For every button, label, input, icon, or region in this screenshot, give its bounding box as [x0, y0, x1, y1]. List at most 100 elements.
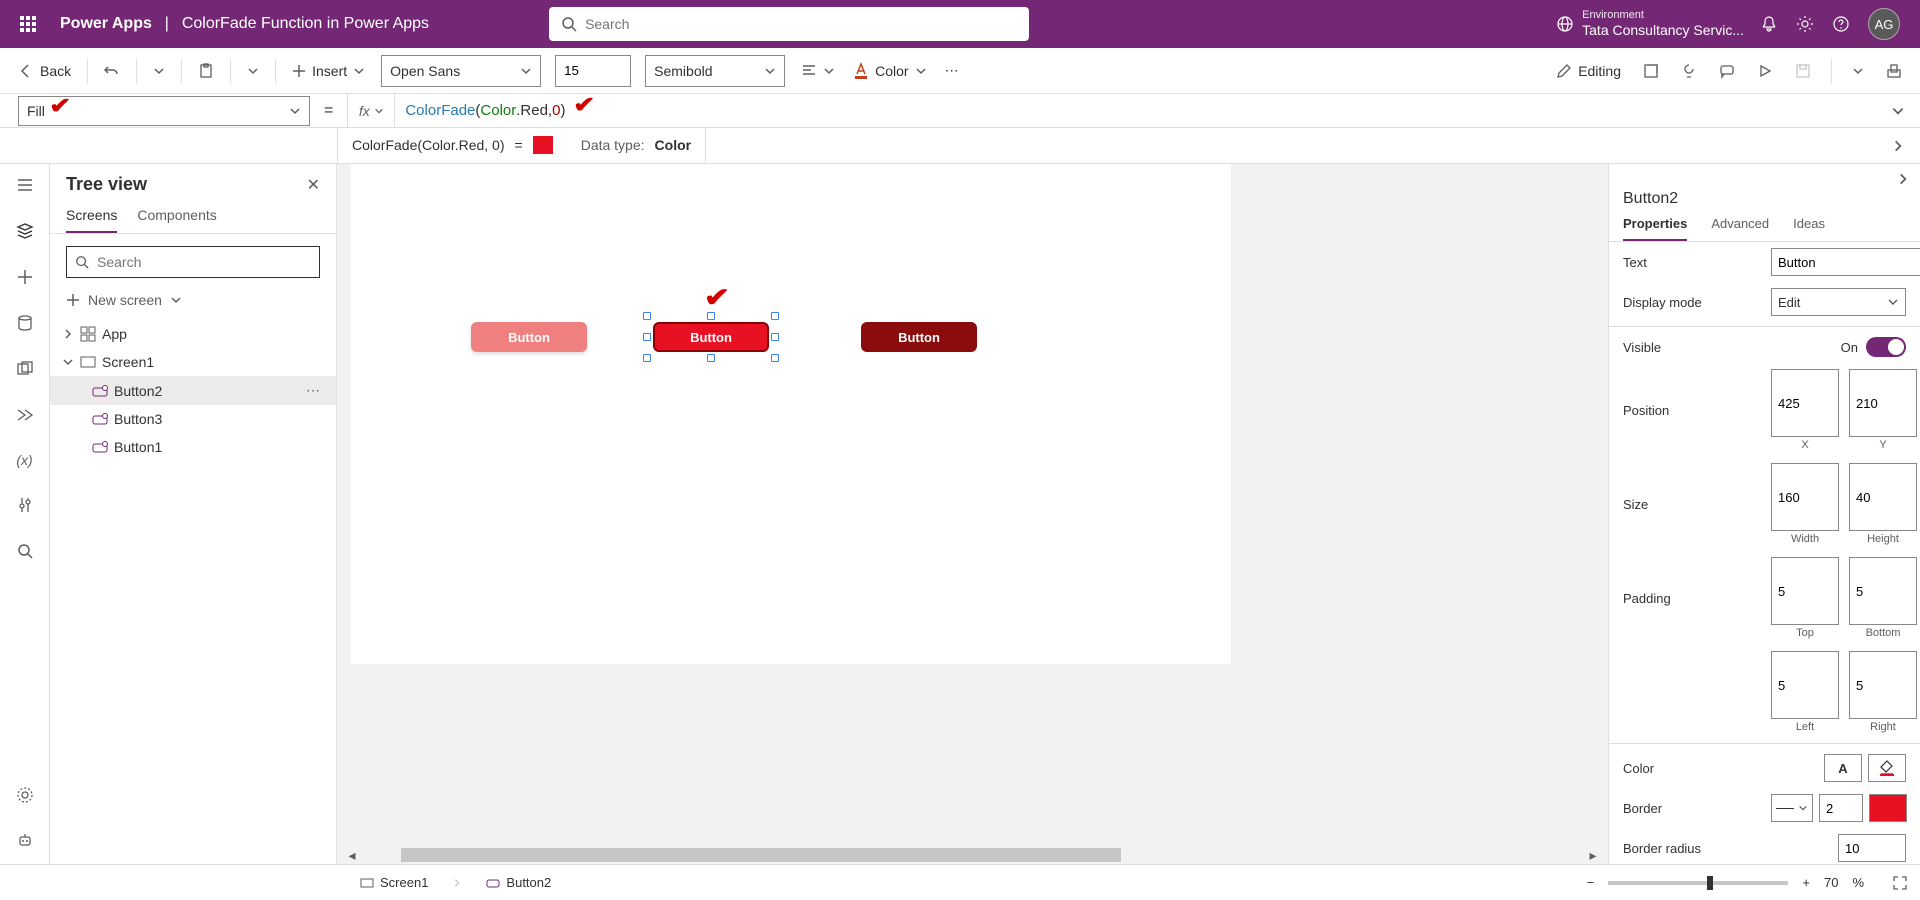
padding-bottom-input[interactable] [1849, 557, 1917, 625]
align-button[interactable] [799, 59, 837, 83]
chevron-down-icon [1798, 803, 1808, 813]
border-radius-input[interactable] [1838, 834, 1906, 862]
tab-properties[interactable]: Properties [1623, 216, 1687, 241]
fit-screen-icon[interactable] [1892, 875, 1908, 891]
variables-icon[interactable]: (x) [12, 448, 36, 472]
canvas-button1[interactable]: Button [471, 322, 587, 352]
close-panel-icon[interactable]: ✕ [307, 175, 320, 195]
vertical-scrollbar[interactable] [1592, 172, 1606, 844]
scroll-right-icon[interactable]: ▸ [1586, 847, 1600, 864]
tools-icon[interactable] [12, 492, 38, 518]
preview-icon[interactable] [1755, 59, 1775, 83]
data-icon[interactable] [12, 310, 38, 336]
visible-toggle[interactable] [1866, 337, 1906, 357]
zoom-slider[interactable] [1608, 881, 1788, 885]
font-family-dropdown[interactable]: Open Sans [381, 55, 541, 87]
help-icon[interactable] [1832, 15, 1850, 33]
tab-ideas[interactable]: Ideas [1793, 216, 1825, 241]
comments-icon[interactable] [1717, 59, 1737, 83]
share-icon[interactable] [1641, 59, 1661, 83]
canvas-button3[interactable]: Button [861, 322, 977, 352]
app-launcher-icon[interactable] [8, 4, 48, 44]
zoom-out-button[interactable]: − [1587, 875, 1595, 890]
canvas-area[interactable]: ✔ Button Button Button ◂ ▸ [337, 164, 1608, 864]
editing-mode-button[interactable]: Editing [1554, 59, 1623, 83]
font-weight-value: Semibold [654, 63, 712, 79]
new-screen-button[interactable]: New screen [50, 286, 336, 314]
avatar[interactable]: AG [1868, 8, 1900, 40]
fx-button[interactable]: fx [347, 94, 395, 128]
font-size-input[interactable] [555, 55, 631, 87]
border-color-button[interactable] [1869, 794, 1907, 822]
more-icon[interactable]: ⋯ [306, 382, 320, 399]
sb-control-tab[interactable]: Button2 [476, 871, 561, 894]
media-icon[interactable] [12, 356, 38, 382]
chevron-right-icon [62, 328, 74, 340]
pos-y-input[interactable] [1849, 369, 1917, 437]
font-weight-dropdown[interactable]: Semibold [645, 55, 785, 87]
virtual-agent-icon[interactable] [12, 828, 38, 854]
global-search[interactable] [549, 7, 1029, 41]
text-color-button[interactable]: A [1824, 754, 1862, 782]
tree-item-button3[interactable]: Button3 [50, 405, 336, 433]
publish-icon[interactable] [1884, 59, 1904, 83]
plus-icon [292, 64, 306, 78]
tree-item-screen1[interactable]: Screen1 [50, 348, 336, 376]
search-input[interactable] [585, 16, 1017, 32]
hamburger-icon[interactable] [12, 172, 38, 198]
undo-dropdown[interactable] [151, 61, 167, 81]
horizontal-scrollbar[interactable]: ◂ ▸ [345, 848, 1600, 862]
insert-rail-icon[interactable] [12, 264, 38, 290]
tree-search-input[interactable] [97, 254, 311, 270]
undo-button[interactable] [102, 59, 122, 83]
width-input[interactable] [1771, 463, 1839, 531]
tree-item-button2[interactable]: Button2 ⋯ [50, 376, 336, 405]
prop-text-input[interactable] [1771, 248, 1920, 276]
padding-right-input[interactable] [1849, 651, 1917, 719]
tree-view-icon[interactable] [12, 218, 38, 244]
zoom-in-button[interactable]: + [1802, 875, 1810, 890]
selection-handles[interactable] [647, 316, 775, 358]
checker-icon[interactable] [1679, 59, 1699, 83]
tree-item-app[interactable]: App [50, 320, 336, 348]
clipboard-icon [198, 63, 214, 79]
environment-picker[interactable]: Environment Tata Consultancy Servic... [1556, 9, 1744, 39]
selected-control-name: Button2 [1609, 188, 1920, 216]
sb-screen-tab[interactable]: Screen1 [350, 871, 438, 894]
power-automate-icon[interactable] [12, 402, 38, 428]
formula-input[interactable]: ColorFade(Color.Red, 0) ✔ [395, 98, 1876, 124]
font-color-button[interactable]: Color [851, 58, 928, 84]
prop-display-mode-select[interactable]: Edit [1771, 288, 1906, 316]
publish-dropdown[interactable] [1850, 61, 1866, 81]
notifications-icon[interactable] [1760, 15, 1778, 33]
breadcrumb-next-icon[interactable] [1609, 170, 1920, 188]
insert-button[interactable]: Insert [290, 59, 367, 83]
scroll-left-icon[interactable]: ◂ [345, 847, 359, 864]
property-dropdown[interactable]: Fill ✔ [18, 96, 310, 126]
padding-left-input[interactable] [1771, 651, 1839, 719]
settings-icon[interactable] [1796, 15, 1814, 33]
paste-dropdown[interactable] [245, 61, 261, 81]
tab-advanced[interactable]: Advanced [1711, 216, 1769, 241]
next-result-icon[interactable] [1876, 139, 1920, 153]
tree-search[interactable] [66, 246, 320, 278]
tab-screens[interactable]: Screens [66, 207, 117, 233]
settings-rail-icon[interactable] [12, 782, 38, 808]
padding-top-input[interactable] [1771, 557, 1839, 625]
expand-formula-icon[interactable] [1876, 104, 1920, 118]
paste-button[interactable] [196, 59, 216, 83]
border-style-dropdown[interactable] [1771, 794, 1813, 822]
tree-item-button1[interactable]: Button1 [50, 433, 336, 461]
pos-x-input[interactable] [1771, 369, 1839, 437]
search-rail-icon[interactable] [12, 538, 38, 564]
more-commands[interactable]: ⋯ [943, 58, 961, 83]
search-icon [561, 16, 577, 32]
align-left-icon [801, 63, 817, 79]
back-button[interactable]: Back [16, 59, 73, 83]
save-icon[interactable] [1793, 59, 1813, 83]
screen-canvas[interactable]: ✔ Button Button Button [351, 164, 1231, 664]
border-width-input[interactable] [1819, 794, 1863, 822]
fill-color-button[interactable] [1868, 754, 1906, 782]
tab-components[interactable]: Components [137, 207, 216, 233]
height-input[interactable] [1849, 463, 1917, 531]
